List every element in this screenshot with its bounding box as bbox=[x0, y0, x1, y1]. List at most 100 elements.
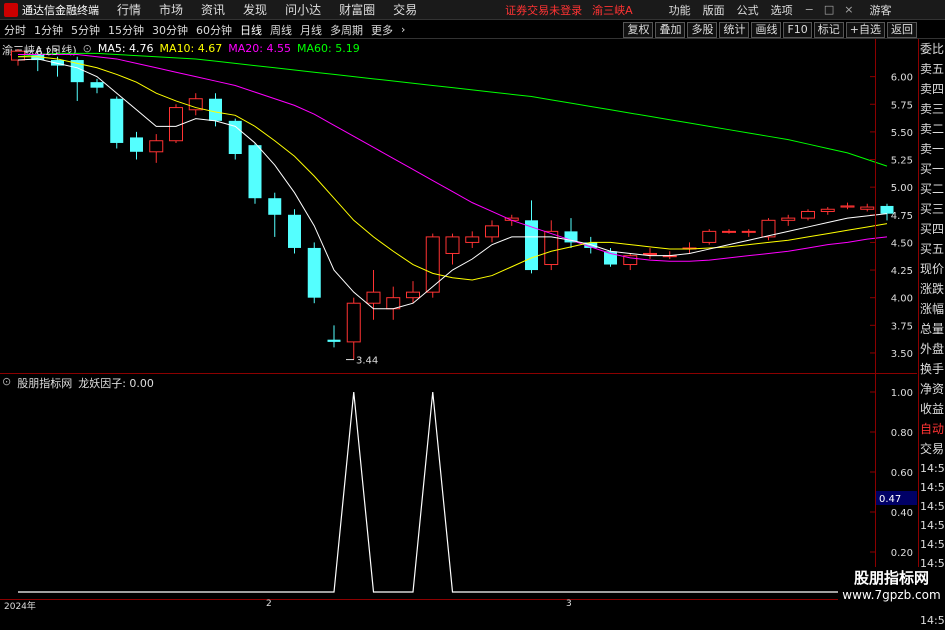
price-tick-label: 4.75 bbox=[891, 211, 913, 222]
candle-body bbox=[228, 120, 242, 154]
period-weekly[interactable]: 周线 bbox=[266, 22, 296, 38]
axis-divider bbox=[875, 39, 876, 599]
period-1min[interactable]: 1分钟 bbox=[30, 22, 67, 38]
candle-body bbox=[130, 137, 143, 152]
main-candlestick-chart[interactable]: 6.00 5.75 5.50 5.25 5.00 4.75 4.50 4.25 4.00 3.75… bbox=[0, 39, 917, 372]
price-tick-label: 6.00 bbox=[891, 73, 913, 84]
trade-time: 14:5 bbox=[920, 538, 945, 551]
candle-body bbox=[880, 205, 894, 214]
candle-body bbox=[801, 210, 815, 219]
mark-button[interactable]: 标记 bbox=[813, 22, 844, 38]
menu-faxian[interactable]: 发现 bbox=[243, 1, 267, 18]
price-tick-label: 5.00 bbox=[891, 183, 913, 194]
menubar: 通达信金融终端 行情 市场 资讯 发现 问小达 财富圈 交易 证券交易未登录 渝… bbox=[0, 0, 945, 20]
candle-body bbox=[268, 198, 282, 215]
candle-body bbox=[741, 230, 756, 233]
watermark-url: www.7gpzb.com bbox=[842, 588, 941, 602]
low-price-label: 3.44 bbox=[356, 356, 378, 367]
period-fenshi[interactable]: 分时 bbox=[0, 22, 30, 38]
sub-tick-label: 0.20 bbox=[891, 548, 913, 559]
period-5min[interactable]: 5分钟 bbox=[67, 22, 104, 38]
period-monthly[interactable]: 月线 bbox=[296, 22, 326, 38]
auto-label[interactable]: 自动 bbox=[919, 419, 945, 439]
price-tick-label: 3.50 bbox=[891, 349, 913, 360]
app-logo-icon bbox=[4, 2, 18, 17]
candle-body bbox=[307, 247, 321, 298]
menu-caifuquan[interactable]: 财富圈 bbox=[339, 1, 375, 18]
ma20-line bbox=[18, 54, 888, 262]
price-tick-label: 5.25 bbox=[891, 156, 913, 167]
menu-xuanxiang[interactable]: 选项 bbox=[771, 2, 793, 18]
time-label-feb: 2 bbox=[266, 599, 272, 609]
sub-tick-label: 1.00 bbox=[891, 388, 913, 399]
quote-label: 卖一 bbox=[920, 142, 945, 156]
quote-label: 卖二 bbox=[920, 122, 945, 136]
period-30min[interactable]: 30分钟 bbox=[148, 22, 192, 38]
period-more[interactable]: 更多 bbox=[367, 22, 397, 38]
candle-body bbox=[485, 225, 499, 238]
current-stock: 渝三峡A bbox=[592, 3, 633, 17]
candle-body bbox=[445, 236, 460, 254]
draw-line-button[interactable]: 画线 bbox=[751, 22, 782, 38]
sub-indicator-chart[interactable]: 1.00 0.80 0.60 0.40 0.20 0.47 bbox=[0, 374, 917, 599]
candle-body bbox=[425, 236, 440, 293]
sub-axis: 1.00 0.80 0.60 0.40 0.20 0.47 bbox=[870, 388, 917, 559]
quote-label: 委比 bbox=[920, 42, 945, 56]
right-quote-panel: 委比 卖五 卖四 卖三 卖二 卖一 买一 买二 买三 买四 买五 现价 涨跌 涨幅 总量 外盘 换手 净资 收益 自… bbox=[918, 39, 945, 627]
menu-zixun[interactable]: 资讯 bbox=[201, 1, 225, 18]
menu-wenxiaoda[interactable]: 问小达 bbox=[285, 1, 321, 18]
guest-label[interactable]: 游客 bbox=[869, 2, 891, 18]
candle-body bbox=[781, 217, 796, 221]
candle-body bbox=[860, 206, 875, 210]
statistics-button[interactable]: 统计 bbox=[719, 22, 750, 38]
overlay-button[interactable]: 叠加 bbox=[655, 22, 686, 38]
period-multi[interactable]: 多周期 bbox=[326, 22, 367, 38]
trade-label[interactable]: 交易 bbox=[919, 439, 945, 459]
candle-body bbox=[110, 98, 124, 143]
quote-label: 卖四 bbox=[920, 82, 945, 96]
period-15min[interactable]: 15分钟 bbox=[104, 22, 148, 38]
trade-time: 14:5 bbox=[920, 481, 945, 494]
chevron-right-icon[interactable]: › bbox=[397, 23, 409, 36]
sub-tick-label: 0.60 bbox=[891, 468, 913, 479]
period-60min[interactable]: 60分钟 bbox=[192, 22, 236, 38]
candle-body bbox=[149, 140, 164, 153]
candle-body bbox=[90, 82, 104, 88]
quote-label: 换手 bbox=[920, 362, 945, 376]
quote-label: 卖三 bbox=[920, 102, 945, 116]
candle-body bbox=[209, 98, 222, 121]
candle-body bbox=[840, 205, 855, 208]
period-daily[interactable]: 日线 bbox=[236, 22, 266, 38]
ma60-line bbox=[17, 52, 888, 167]
quote-label: 涨跌 bbox=[920, 282, 945, 296]
add-watchlist-button[interactable]: +自选 bbox=[845, 22, 885, 38]
quote-label: 现价 bbox=[920, 262, 945, 276]
candle-body bbox=[366, 291, 381, 304]
trade-time: 14:5 bbox=[920, 519, 945, 532]
trade-time: 14:5 bbox=[920, 614, 945, 627]
candle-body bbox=[248, 145, 262, 199]
close-icon[interactable]: × bbox=[844, 3, 853, 16]
minimize-icon[interactable]: − bbox=[805, 3, 814, 16]
menu-hangqing[interactable]: 行情 bbox=[117, 1, 141, 18]
menu-gongshi[interactable]: 公式 bbox=[737, 2, 759, 18]
fuquan-button[interactable]: 复权 bbox=[623, 22, 654, 38]
candle-body bbox=[702, 230, 717, 243]
menu-banmian[interactable]: 版面 bbox=[703, 2, 725, 18]
price-tick-label: 4.00 bbox=[891, 294, 913, 305]
cursor-value-label: 0.47 bbox=[879, 494, 901, 505]
trade-login-status[interactable]: 证券交易未登录 bbox=[505, 2, 582, 18]
maximize-icon[interactable]: □ bbox=[824, 3, 834, 16]
quote-label: 涨幅 bbox=[920, 302, 945, 316]
dragon-factor-line bbox=[18, 391, 887, 593]
quote-label: 净资 bbox=[920, 382, 945, 396]
multi-stock-button[interactable]: 多股 bbox=[687, 22, 718, 38]
menu-shichang[interactable]: 市场 bbox=[159, 1, 183, 18]
back-button[interactable]: 返回 bbox=[887, 22, 917, 38]
candle-body bbox=[288, 214, 301, 248]
f10-button[interactable]: F10 bbox=[783, 22, 812, 38]
menu-gongneng[interactable]: 功能 bbox=[669, 2, 691, 18]
quote-label: 总量 bbox=[920, 322, 945, 336]
menu-jiaoyi[interactable]: 交易 bbox=[393, 1, 417, 18]
app-title: 通达信金融终端 bbox=[22, 3, 99, 17]
